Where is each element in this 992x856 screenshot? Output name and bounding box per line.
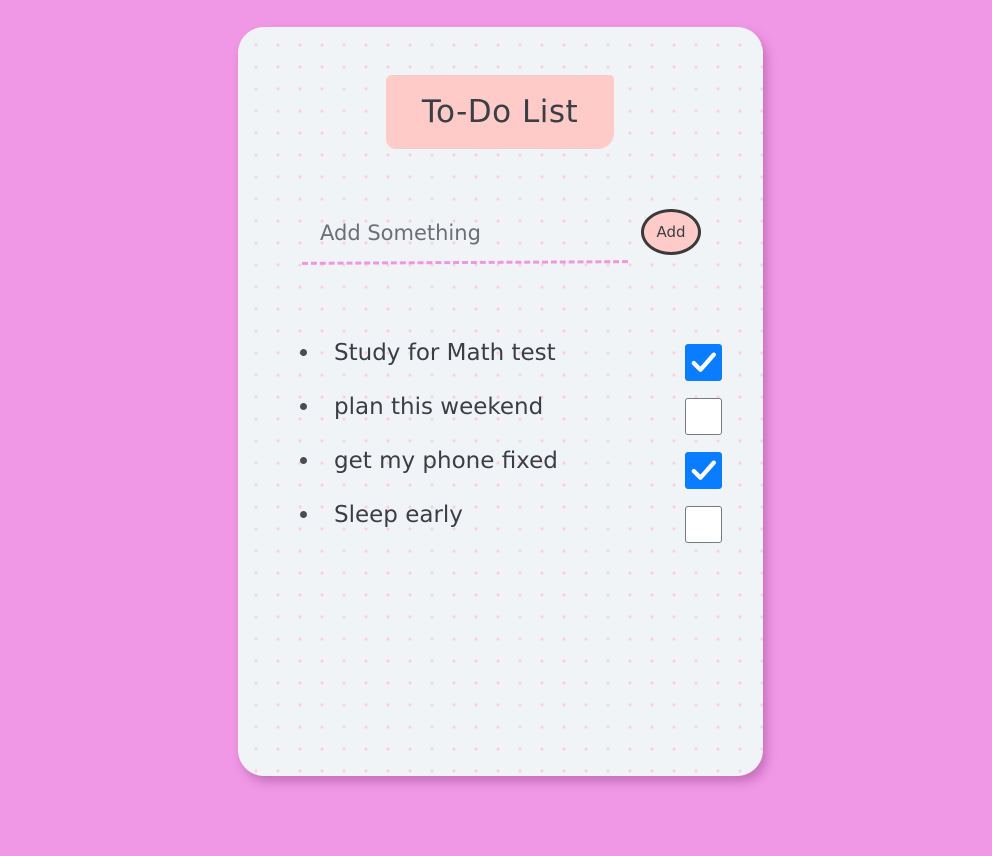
todo-checkbox[interactable] — [685, 506, 722, 543]
bullet-icon — [300, 457, 307, 464]
bullet-icon — [300, 403, 307, 410]
todo-item-text: Sleep early — [334, 502, 463, 528]
todo-checkbox[interactable] — [685, 398, 722, 435]
todo-item: Study for Math test — [300, 337, 724, 391]
todo-item: get my phone fixed — [300, 445, 724, 499]
todo-list: Study for Math test plan this weekend ge… — [300, 337, 724, 553]
checkmark-icon — [691, 352, 716, 372]
add-task-form: Add — [301, 207, 702, 267]
add-button[interactable]: Add — [641, 209, 701, 255]
title-banner: To-Do List — [386, 75, 614, 149]
todo-item-text: Study for Math test — [334, 340, 556, 366]
todo-card: To-Do List Add Study for Math test plan … — [238, 27, 763, 776]
todo-checkbox[interactable] — [685, 452, 722, 489]
todo-item: Sleep early — [300, 499, 724, 553]
todo-item-text: plan this weekend — [334, 394, 544, 420]
bullet-icon — [300, 349, 307, 356]
checkmark-icon — [691, 460, 716, 480]
bullet-icon — [300, 511, 307, 518]
input-underline — [301, 260, 629, 265]
page-title: To-Do List — [421, 94, 579, 130]
add-task-input[interactable] — [302, 207, 628, 259]
todo-checkbox[interactable] — [685, 344, 722, 381]
todo-item: plan this weekend — [300, 391, 724, 445]
todo-item-text: get my phone fixed — [334, 448, 558, 474]
